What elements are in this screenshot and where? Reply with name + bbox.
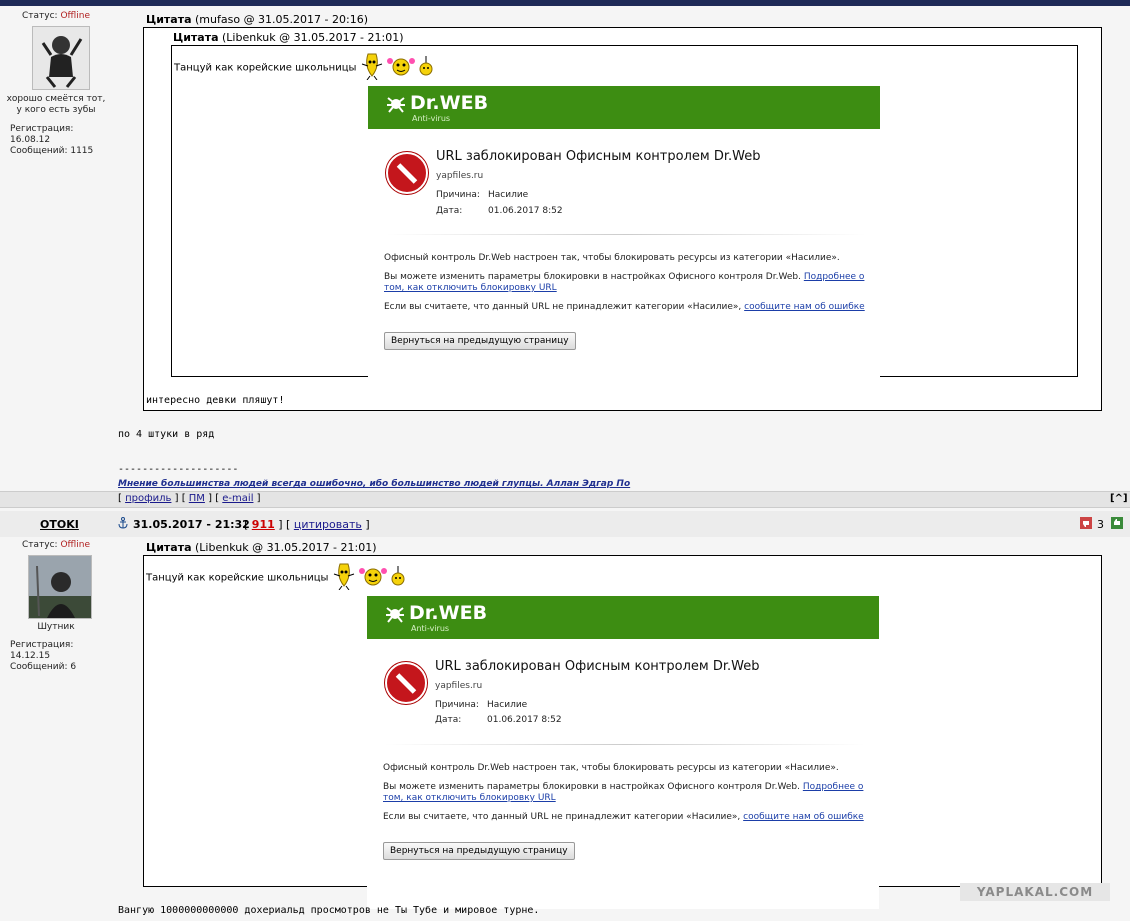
blocked-host: yapfiles.ru: [435, 681, 483, 691]
user-title: хорошо смеётся тот, у кого есть зубы: [6, 94, 106, 115]
nested-quote-box: Танцуй как корейские школьницы Dr.WEB An…: [171, 45, 1078, 399]
user-meta: Регистрация: 16.08.12 Сообщений: 1115: [10, 124, 94, 156]
avatar[interactable]: [32, 26, 90, 90]
quote-text: интересно девки пляшут!: [146, 395, 285, 406]
thumb-down-icon[interactable]: [1080, 517, 1092, 532]
anchor-icon[interactable]: [118, 517, 128, 532]
drweb-logo: Dr.WEB: [410, 92, 489, 114]
user-sidebar: Статус: Offline Шутник Регистрация: 14.1…: [0, 540, 112, 673]
divider: [386, 234, 866, 235]
post-number-link[interactable]: 911: [252, 518, 275, 531]
post-header-bar: OTOKI 31.05.2017 - 21:32 [ 911 ] [ цитир…: [0, 511, 1130, 537]
quote-header: Цитата (Libenkuk @ 31.05.2017 - 21:01): [146, 541, 377, 554]
block-title: URL заблокирован Офисным контролем Dr.We…: [436, 149, 761, 164]
date-value: 01.06.2017 8:52: [487, 715, 562, 725]
profile-link[interactable]: профиль: [125, 493, 171, 504]
watermark: YAPLAKAL.COM: [960, 883, 1110, 901]
report-error-text: Если вы считаете, что данный URL не прин…: [384, 302, 865, 312]
cheerleader-smiley-icon: [386, 55, 415, 80]
quote-text: Танцуй как корейские школьницы: [174, 52, 434, 83]
post-datetime: 31.05.2017 - 21:32: [133, 518, 250, 531]
username-link[interactable]: OTOKI: [40, 518, 79, 531]
quote-text: Танцуй как корейские школьницы: [146, 562, 406, 593]
drweb-logo: Dr.WEB: [409, 602, 488, 624]
block-settings-text: Вы можете изменить параметры блокировки …: [384, 272, 865, 293]
date-label: Дата:: [435, 715, 462, 725]
jumping-smiley-icon: [390, 565, 406, 590]
reason-value: Насилие: [488, 190, 529, 200]
drweb-logo-subtitle: Anti-virus: [411, 624, 450, 633]
blocked-icon: [386, 152, 428, 194]
cheerleader-smiley-icon: [358, 565, 387, 590]
drweb-spider-icon: [386, 607, 404, 623]
post-number: [ 911 ] [ цитировать ]: [244, 518, 370, 531]
block-settings-text: Вы можете изменить параметры блокировки …: [383, 782, 864, 803]
block-explanation: Офисный контроль Dr.Web настроен так, чт…: [383, 763, 839, 773]
top-bar: [0, 0, 1130, 6]
drweb-block-page: Dr.WEB Anti-virus URL заблокирован Офисн…: [367, 596, 879, 909]
reason-value: Насилие: [487, 700, 528, 710]
nested-quote-header: Цитата (Libenkuk @ 31.05.2017 - 21:01): [173, 31, 404, 44]
email-link[interactable]: e-mail: [222, 493, 253, 504]
user-sidebar: Статус: Offline хорошо смеётся тот, у ко…: [0, 11, 112, 157]
quote-box: Цитата (Libenkuk @ 31.05.2017 - 21:01) Т…: [143, 27, 1102, 411]
date-value: 01.06.2017 8:52: [488, 206, 563, 216]
drweb-logo-subtitle: Anti-virus: [412, 114, 451, 123]
reason-label: Причина:: [435, 700, 479, 710]
drweb-banner: Dr.WEB Anti-virus: [368, 86, 880, 129]
user-title: Шутник: [37, 622, 75, 632]
block-title: URL заблокирован Офисным контролем Dr.We…: [435, 659, 760, 674]
reason-label: Причина:: [436, 190, 480, 200]
block-explanation: Офисный контроль Dr.Web настроен так, чт…: [384, 253, 840, 263]
back-button[interactable]: Вернуться на предыдущую страницу: [384, 332, 576, 350]
report-error-link[interactable]: сообщите нам об ошибке: [744, 302, 865, 312]
signature-separator: --------------------: [118, 464, 239, 475]
date-label: Дата:: [436, 206, 463, 216]
post-body: по 4 штуки в ряд: [118, 429, 215, 440]
post-actions: [ профиль ] [ ПМ ] [ e-mail ]: [118, 493, 261, 504]
drweb-spider-icon: [387, 97, 405, 113]
back-button[interactable]: Вернуться на предыдущую страницу: [383, 842, 575, 860]
quote-button[interactable]: цитировать: [294, 518, 362, 531]
drweb-block-page: Dr.WEB Anti-virus URL заблокирован Офисн…: [368, 86, 880, 399]
post-body: Вангую 1000000000000 дохериальд просмотр…: [118, 905, 540, 916]
drweb-banner: Dr.WEB Anti-virus: [367, 596, 879, 639]
quote-box: Танцуй как корейские школьницы Dr.WEB An…: [143, 555, 1102, 909]
user-meta: Регистрация: 14.12.15 Сообщений: 6: [10, 640, 77, 672]
thumb-up-icon[interactable]: [1111, 517, 1123, 532]
scroll-top-button[interactable]: [^]: [1110, 493, 1128, 504]
user-status: Статус: Offline: [22, 11, 90, 21]
divider: [385, 744, 865, 745]
blocked-host: yapfiles.ru: [436, 171, 484, 181]
post-actions-bar: [ профиль ] [ ПМ ] [ e-mail ] [^]: [0, 491, 1130, 508]
pm-link[interactable]: ПМ: [189, 493, 205, 504]
avatar[interactable]: [28, 555, 92, 619]
rating-count: 3: [1097, 518, 1104, 531]
report-error-text: Если вы считаете, что данный URL не прин…: [383, 812, 864, 822]
report-error-link[interactable]: сообщите нам об ошибке: [743, 812, 864, 822]
signature-link[interactable]: Мнение большинства людей всегда ошибочно…: [118, 479, 630, 489]
blocked-icon: [385, 662, 427, 704]
quote-header: Цитата (mufaso @ 31.05.2017 - 20:16): [146, 13, 368, 26]
user-status: Статус: Offline: [22, 540, 90, 550]
jumping-smiley-icon: [418, 55, 434, 80]
dancing-banana-icon: [360, 52, 384, 83]
dancing-banana-icon: [332, 562, 356, 593]
